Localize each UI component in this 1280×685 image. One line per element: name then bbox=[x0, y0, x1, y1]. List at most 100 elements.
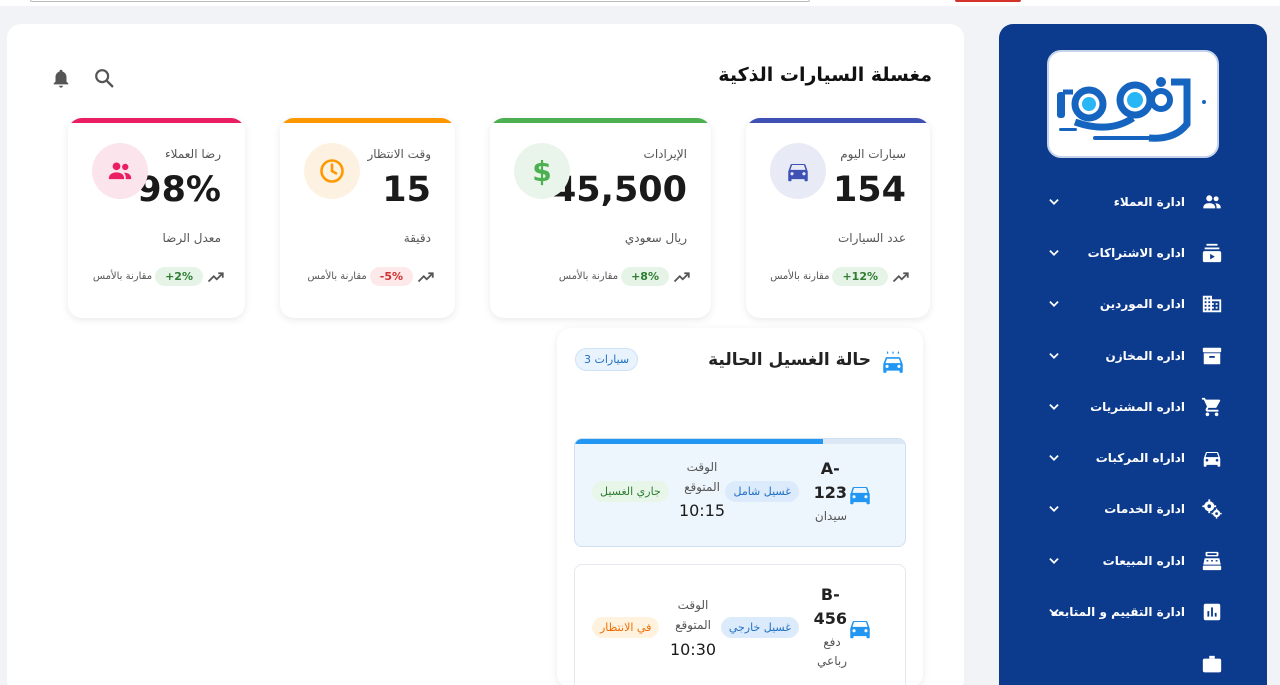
change-badge: +8% bbox=[621, 267, 669, 286]
compare-label: مقارنة بالأمس bbox=[92, 271, 153, 282]
card-accent-bar bbox=[280, 118, 455, 123]
chevron-down-icon bbox=[1049, 249, 1059, 256]
service-badge: غسيل شامل bbox=[725, 481, 799, 502]
vehicle-type: دفع رباعي bbox=[817, 633, 847, 671]
car-icon bbox=[770, 143, 826, 199]
time-label-line: الوقت bbox=[677, 598, 709, 612]
bell-icon[interactable] bbox=[50, 67, 72, 89]
chevron-down-icon bbox=[1049, 403, 1059, 410]
card-title: وقت الانتظار bbox=[367, 147, 431, 161]
chevron-down-icon bbox=[1049, 455, 1059, 462]
chevron-down-icon bbox=[1049, 352, 1059, 359]
wash-item[interactable]: A- 123 سيدان غسيل شامل الوقت المتوقع 10:… bbox=[574, 438, 906, 547]
card-trend: +8% مقارنة بالأمس bbox=[559, 267, 691, 286]
cash-register-icon bbox=[1202, 551, 1222, 570]
card-title: الإيرادات bbox=[643, 147, 687, 161]
card-accent-bar bbox=[68, 118, 245, 123]
stat-card-wait-time: وقت الانتظار 15 دقيقة -5% مقارنة بالأمس bbox=[280, 118, 455, 318]
sidebar-item-evaluation[interactable]: ادارة التقييم و المتابعه bbox=[999, 586, 1267, 637]
card-accent-bar bbox=[746, 118, 930, 123]
plate-line: A- bbox=[820, 459, 840, 478]
card-value: 98% bbox=[137, 170, 221, 210]
wash-status-title: حالة الغسيل الحالية bbox=[708, 350, 871, 370]
card-trend: +12% مقارنة بالأمس bbox=[770, 267, 910, 286]
clock-icon bbox=[304, 143, 360, 199]
progress-fill bbox=[575, 439, 823, 444]
card-value: 154 bbox=[832, 170, 906, 210]
chart-icon bbox=[1203, 603, 1221, 621]
service-badge: غسيل خارجي bbox=[720, 617, 799, 638]
logo-mark bbox=[1057, 77, 1206, 142]
change-badge: +12% bbox=[832, 267, 888, 286]
stat-card-cars: سيارات اليوم 154 عدد السيارات +12% مقارن… bbox=[746, 118, 930, 318]
vehicle-type-line: رباعي bbox=[817, 654, 847, 668]
sidebar-item-sales[interactable]: اداره المبيعات bbox=[999, 535, 1267, 586]
card-value: 15 bbox=[382, 170, 431, 210]
vehicle-type-line: دفع bbox=[823, 635, 841, 649]
car-icon bbox=[850, 620, 870, 639]
plate-number: B- 456 bbox=[814, 583, 847, 631]
plate-line: B- bbox=[820, 585, 840, 604]
compare-label: مقارنة بالأمس bbox=[307, 271, 367, 282]
sidebar-item-more[interactable] bbox=[999, 638, 1267, 685]
sidebar-item-customers[interactable]: ادارة العملاء bbox=[999, 176, 1267, 227]
search-icon[interactable] bbox=[93, 67, 115, 89]
people-icon bbox=[1203, 194, 1221, 209]
building-icon bbox=[1202, 295, 1222, 313]
sidebar-item-label: ادارة التقييم و المتابعه bbox=[1050, 605, 1185, 620]
trending-up-icon bbox=[673, 271, 690, 282]
cart-icon bbox=[1201, 397, 1221, 416]
sidebar-item-services[interactable]: ادارة الخدمات bbox=[999, 484, 1267, 535]
top-action-button[interactable] bbox=[955, 0, 1021, 2]
chevron-down-icon bbox=[1049, 609, 1059, 616]
card-subtitle: ريال سعودي bbox=[624, 231, 687, 245]
chevron-down-icon bbox=[1049, 301, 1059, 308]
chevron-down-icon bbox=[1049, 506, 1059, 513]
sidebar-item-label: ادارة الخدمات bbox=[1104, 502, 1185, 517]
plate-line: 456 bbox=[813, 609, 847, 628]
chevron-down-icon bbox=[1049, 557, 1059, 564]
archive-icon bbox=[1202, 347, 1222, 364]
card-accent-bar bbox=[490, 118, 711, 123]
briefcase-icon bbox=[1202, 656, 1222, 673]
car-icon bbox=[850, 486, 870, 505]
sidebar-item-label: اداراه المركبات bbox=[1095, 451, 1185, 466]
card-subtitle: عدد السيارات bbox=[837, 231, 906, 245]
wash-item[interactable]: B- 456 دفع رباعي غسيل خارجي الوقت المتوق… bbox=[574, 564, 906, 685]
sidebar-item-purchases[interactable]: اداره المشتريات bbox=[999, 381, 1267, 432]
expected-time: 10:30 bbox=[669, 640, 717, 659]
subscriptions-icon bbox=[1202, 243, 1222, 263]
card-subtitle: دقيقة bbox=[403, 231, 431, 245]
card-title: رضا العملاء bbox=[165, 147, 221, 161]
sidebar-item-subscriptions[interactable]: اداره الاشتراكات bbox=[999, 227, 1267, 278]
card-trend: -5% مقارنة بالأمس bbox=[307, 267, 435, 286]
change-badge: +2% bbox=[155, 267, 203, 286]
trending-up-icon bbox=[892, 271, 909, 282]
expected-time-label: الوقت المتوقع bbox=[664, 595, 722, 635]
chevron-down-icon bbox=[1049, 198, 1059, 205]
expected-time: 10:15 bbox=[678, 501, 726, 520]
sidebar-item-label: اداره الاشتراكات bbox=[1087, 245, 1185, 260]
sidebar-item-vehicles[interactable]: اداراه المركبات bbox=[999, 432, 1267, 483]
compare-label: مقارنة بالأمس bbox=[770, 271, 830, 282]
time-label-line: الوقت bbox=[686, 460, 718, 474]
sidebar-item-warehouses[interactable]: اداره المخازن bbox=[999, 330, 1267, 381]
time-label-line: المتوقع bbox=[675, 618, 711, 632]
plate-number: A- 123 bbox=[814, 457, 847, 505]
sidebar-item-suppliers[interactable]: اداره الموردين bbox=[999, 279, 1267, 330]
page-title: مغسلة السيارات الذكية bbox=[718, 64, 932, 86]
wash-status-panel: حالة الغسيل الحالية 3 سيارات A- 123 سيدا… bbox=[557, 328, 923, 685]
card-trend: +2% مقارنة بالأمس bbox=[93, 267, 225, 286]
car-wash-icon bbox=[883, 350, 903, 373]
compare-label: مقارنة بالأمس bbox=[558, 271, 619, 282]
sidebar-nav: ادارة العملاء اداره الاشتراكات اداره الم… bbox=[999, 176, 1267, 685]
change-badge: -5% bbox=[369, 267, 413, 286]
rakhwa-logo bbox=[1047, 50, 1219, 158]
sidebar-item-label: اداره المبيعات bbox=[1102, 553, 1185, 568]
dollar-icon: $ bbox=[514, 143, 570, 199]
people-icon bbox=[92, 143, 148, 199]
card-title: سيارات اليوم bbox=[840, 147, 906, 161]
card-subtitle: معدل الرضا bbox=[162, 231, 221, 245]
sidebar-item-label: ادارة العملاء bbox=[1113, 194, 1185, 209]
sidebar-item-label: اداره المشتريات bbox=[1090, 399, 1185, 414]
